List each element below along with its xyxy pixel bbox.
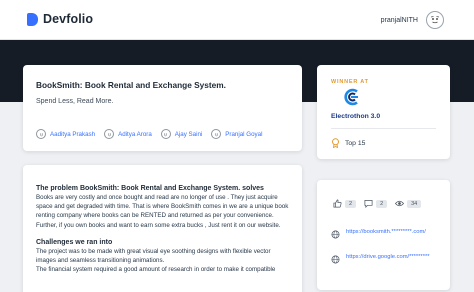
team-member[interactable]: Aditya Arora [104, 129, 152, 139]
thumbs-up-icon[interactable] [333, 199, 342, 208]
team-member[interactable]: Pranjal Goyal [211, 129, 262, 139]
team-member[interactable]: Aaditya Prakash [36, 129, 95, 139]
divider [331, 128, 436, 129]
comment-stat[interactable]: 2 [364, 199, 388, 208]
member-avatar-icon [211, 129, 222, 139]
team-members: Aaditya Prakash Aditya Arora Ajay Saini … [36, 129, 271, 139]
team-member[interactable]: Ajay Saini [160, 129, 203, 139]
member-name[interactable]: Ajay Saini [175, 131, 203, 138]
prize: Top 15 [331, 138, 365, 148]
top-navbar: Devfolio pranjalNITH [0, 0, 474, 40]
member-name[interactable]: Aditya Arora [118, 131, 152, 138]
like-stat[interactable]: 2 [333, 199, 357, 208]
winner-card: WINNER AT Electrothon 3.0 Top 15 [317, 65, 450, 159]
engagement-stats: 2 2 34 [333, 199, 429, 208]
links-card: 2 2 34 https://booksmith.*********.com/ [317, 180, 450, 290]
project-link[interactable]: https://booksmith.*********.com/ [331, 228, 446, 239]
devfolio-logo[interactable]: Devfolio [27, 12, 93, 26]
member-avatar-icon [160, 129, 171, 139]
hackathon-logo-icon[interactable] [344, 88, 362, 106]
project-title: BookSmith: Book Rental and Exchange Syst… [36, 80, 226, 90]
member-name[interactable]: Pranjal Goyal [225, 131, 262, 138]
globe-icon [331, 230, 340, 239]
project-tagline: Spend Less, Read More. [36, 98, 114, 105]
devfolio-logo-icon [27, 12, 38, 26]
medal-icon [332, 138, 339, 148]
like-count: 2 [345, 199, 357, 208]
globe-icon [331, 255, 340, 264]
story-paragraph: The financial system required a good amo… [36, 266, 276, 274]
member-name[interactable]: Aaditya Prakash [50, 131, 95, 138]
hackathon-name[interactable]: Electrothon 3.0 [331, 113, 380, 120]
story-heading: The problem BookSmith: Book Rental and E… [36, 185, 264, 192]
story-heading: Challenges we ran into [36, 238, 113, 246]
view-stat: 34 [395, 199, 422, 208]
eye-icon [395, 200, 405, 207]
project-link[interactable]: https://drive.google.com/********* [331, 253, 446, 264]
comment-count: 2 [376, 199, 388, 208]
project-story-card: The problem BookSmith: Book Rental and E… [23, 165, 302, 292]
avatar[interactable] [426, 11, 444, 29]
story-paragraph: Books are very costly and once bought an… [36, 194, 289, 229]
member-avatar-icon [104, 129, 115, 139]
story-paragraph: The project was to be made with great vi… [36, 247, 271, 265]
project-story: The problem BookSmith: Book Rental and E… [36, 184, 292, 282]
project-header-card: BookSmith: Book Rental and Exchange Syst… [23, 65, 302, 151]
user-avatar-icon [430, 16, 440, 24]
prize-text: Top 15 [345, 139, 366, 147]
project-link-url[interactable]: https://booksmith.*********.com/ [346, 228, 446, 239]
member-avatar-icon [36, 129, 46, 139]
comment-icon[interactable] [364, 199, 373, 208]
brand-name: Devfolio [43, 12, 94, 26]
view-count: 34 [407, 199, 422, 208]
project-link-url[interactable]: https://drive.google.com/********* [346, 253, 446, 264]
username[interactable]: pranjalNITH [381, 17, 418, 24]
winner-label: WINNER AT [331, 79, 369, 85]
user-menu[interactable]: pranjalNITH [381, 11, 444, 29]
